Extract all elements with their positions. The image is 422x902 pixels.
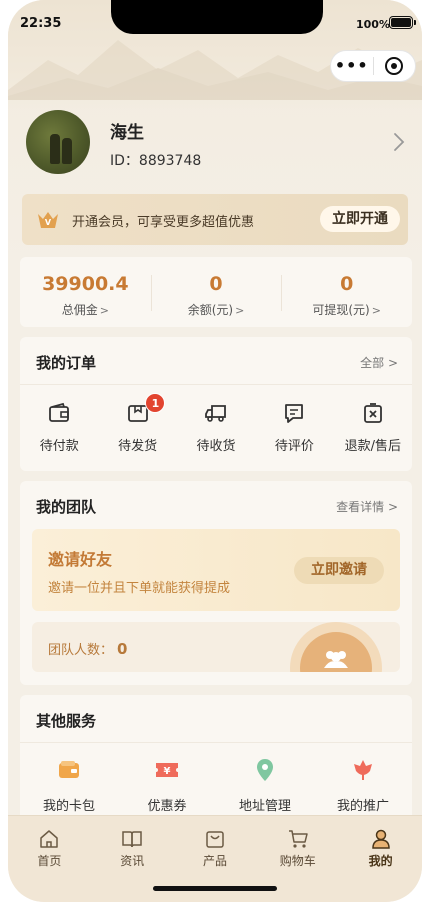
tab-label: 资讯 [120,854,145,868]
home-indicator [153,886,277,891]
status-bar: 22:35 100% [8,0,422,40]
chevron-right-icon: > [99,304,109,317]
order-pending-receipt[interactable]: 待收货 [177,401,255,454]
chevron-right-icon: > [371,304,381,317]
home-icon [40,830,59,848]
location-icon [257,759,273,781]
close-target-icon[interactable] [373,57,415,75]
tab-cart[interactable]: 购物车 [256,828,339,869]
stat-label: 余额(元) > [187,303,245,317]
order-pending-review[interactable]: 待评价 [255,401,333,454]
invite-friends-banner[interactable]: 邀请好友 邀请一位并且下单就能获得提成 立即邀请 [32,529,400,611]
team-people-icon [324,651,348,668]
card-wallet-icon [59,761,79,778]
service-card-wallet[interactable]: 我的卡包 [20,757,118,814]
service-coupon[interactable]: ¥ 优惠券 [118,757,216,814]
order-label: 待评价 [274,439,314,454]
user-id: ID：8893748 [110,153,202,169]
vip-text: 开通会员，可享受更多超值优惠 [72,215,255,230]
team-count: 团队人数： 0 [48,640,128,658]
section-title: 我的团队 [36,498,97,516]
order-pending-shipment[interactable]: 1 待发货 [98,393,176,454]
miniprogram-capsule: ••• [330,50,416,82]
stat-balance[interactable]: 0 余额(元) > [150,257,282,327]
bottom-tab-bar: 首页 资讯 产品 购物车 我的 [8,815,422,902]
my-team-card: 我的团队 查看详情 > 邀请好友 邀请一位并且下单就能获得提成 立即邀请 团队人… [20,481,412,685]
coupon-icon: ¥ [156,763,178,777]
invite-now-button[interactable]: 立即邀请 [294,557,384,584]
tab-label: 我的 [368,854,393,868]
refund-icon [363,403,382,423]
order-label: 待付款 [39,439,79,454]
team-details-link[interactable]: 查看详情 > [336,498,398,515]
chevron-right-icon[interactable] [392,130,406,154]
stat-withdrawable[interactable]: 0 可提现(元) > [281,257,412,327]
tab-label: 产品 [202,854,227,868]
stat-label: 总佣金 > [61,303,109,317]
stat-commission[interactable]: 39900.4 总佣金 > [20,257,151,327]
avatar-figure [62,138,72,164]
team-count-box: 团队人数： 0 [32,622,400,672]
vip-banner[interactable]: V 开通会员，可享受更多超值优惠 立即开通 [22,194,408,245]
notification-badge: 1 [145,393,166,413]
tab-home[interactable]: 首页 [8,828,91,869]
divider [20,742,412,743]
product-icon [206,831,224,848]
divider [20,384,412,385]
username: 海生 [110,123,144,143]
order-label: 待收货 [196,439,236,454]
service-label: 优惠券 [147,799,187,814]
status-time: 22:35 [20,16,62,31]
service-label: 我的推广 [336,799,389,814]
service-label: 我的卡包 [42,799,95,814]
invite-subtitle: 邀请一位并且下单就能获得提成 [48,581,231,596]
user-icon [371,829,390,849]
svg-text:¥: ¥ [164,766,171,777]
book-icon [122,831,142,848]
stat-label: 可提现(元) > [312,303,381,317]
earnings-stats: 39900.4 总佣金 > 0 余额(元) > 0 可提现(元) > [20,257,412,327]
tab-label: 购物车 [279,854,316,868]
order-refund[interactable]: 退款/售后 [334,401,412,454]
phone-screen: 22:35 100% ••• 海生 ID：8893748 V 开通会员，可享受更… [8,0,422,902]
tab-news[interactable]: 资讯 [91,828,174,869]
flower-icon [354,760,372,780]
battery-icon [389,16,416,29]
other-services-card: 其他服务 我的卡包 ¥ 优惠券 地址管理 我的推广 [20,695,412,825]
chevron-right-icon: > [235,304,245,317]
tab-products[interactable]: 产品 [174,828,257,869]
invite-title: 邀请好友 [48,550,113,569]
stat-value: 0 [340,273,354,295]
stat-value: 0 [209,273,223,295]
more-dots-icon[interactable]: ••• [331,51,373,81]
section-title: 我的订单 [36,354,97,372]
my-orders-card: 我的订单 全部 > 待付款 1 待发货 待收货 待评价 退款/售后 [20,337,412,471]
stat-value: 39900.4 [42,273,129,295]
avatar[interactable] [26,110,90,174]
section-title: 其他服务 [36,712,97,730]
truck-icon [205,405,226,422]
svg-text:V: V [45,218,52,227]
open-vip-button[interactable]: 立即开通 [320,206,400,232]
device-notch [111,0,323,34]
comment-icon [285,404,304,423]
team-circle [290,622,382,672]
tab-label: 首页 [37,854,62,868]
service-promotion[interactable]: 我的推广 [314,757,412,814]
avatar-figure [50,134,60,164]
tab-mine[interactable]: 我的 [339,828,422,869]
order-label: 待发货 [118,439,158,454]
service-address[interactable]: 地址管理 [216,757,314,814]
battery-percent: 100% [356,18,390,31]
order-pending-payment[interactable]: 待付款 [20,401,98,454]
order-label: 退款/售后 [344,439,402,454]
all-orders-link[interactable]: 全部 > [360,354,398,371]
wallet-icon [49,402,70,422]
crown-icon: V [38,212,58,228]
service-label: 地址管理 [238,799,291,814]
cart-icon [288,830,308,848]
